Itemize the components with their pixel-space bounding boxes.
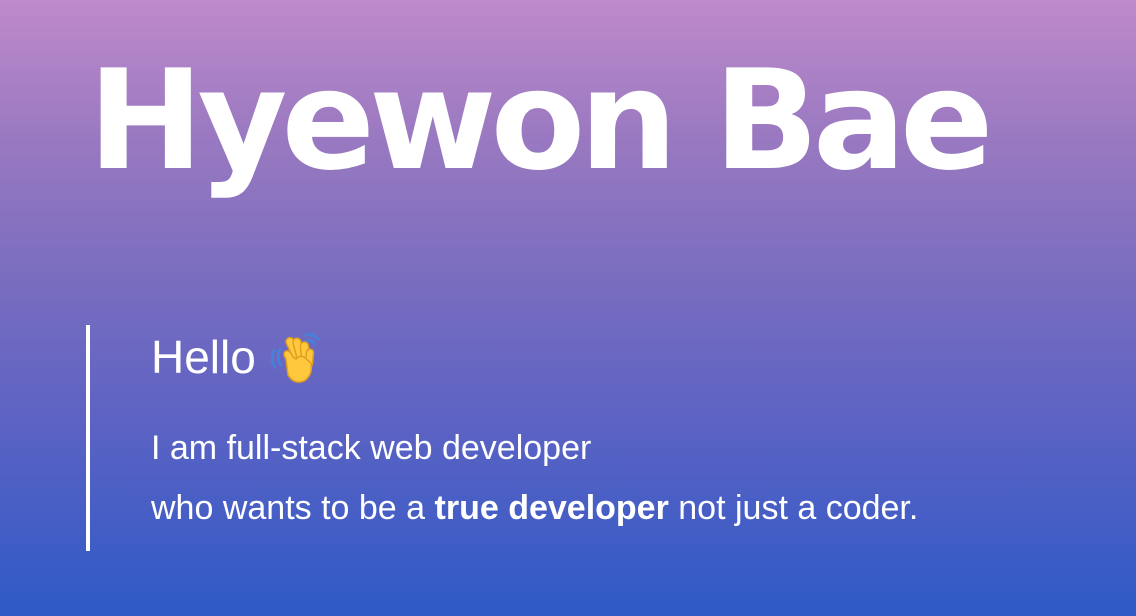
- hero-name-heading: Hyewon Bae: [88, 40, 994, 201]
- intro-line-2-emphasis: true developer: [434, 489, 669, 527]
- intro-line-2-suffix: not just a coder.: [668, 489, 919, 527]
- waving-hand-icon: [266, 329, 324, 385]
- greeting: Hello: [151, 329, 324, 385]
- intro-line-2: who wants to be a true developer not jus…: [151, 486, 918, 530]
- greeting-text: Hello: [151, 331, 256, 383]
- intro-line-2-prefix: who wants to be a: [151, 489, 435, 527]
- intro-section: Hello I am full-stack web developer who: [86, 325, 1086, 551]
- intro-line-1: I am full-stack web developer: [151, 429, 592, 467]
